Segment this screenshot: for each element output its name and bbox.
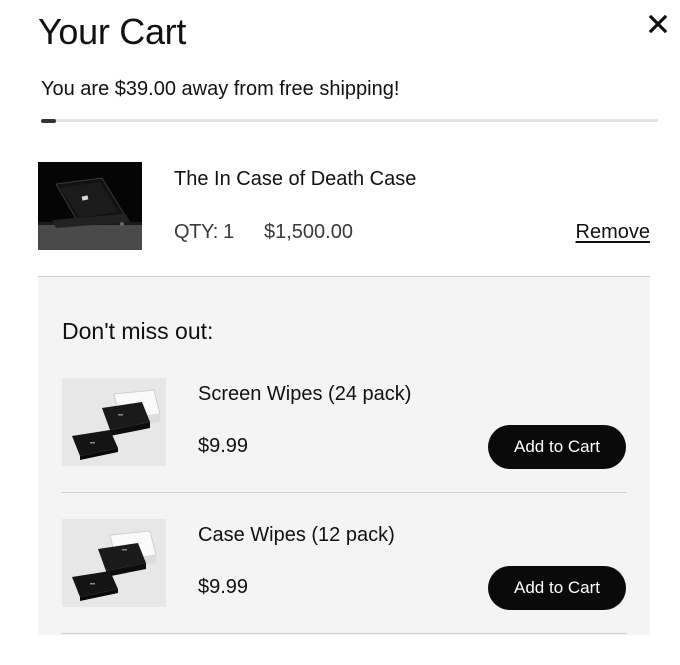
upsell-item-price: $9.99 <box>198 576 249 598</box>
upsell-section: Don't miss out: Screen Wipes (24 pack) $… <box>38 277 650 635</box>
upsell-item-name: Case Wipes (12 pack) <box>198 524 395 546</box>
upsell-item: Screen Wipes (24 pack) $9.99 Add to Cart <box>62 378 626 469</box>
cart-title: Your Cart <box>38 11 187 52</box>
cart-item-name: The In Case of Death Case <box>174 168 417 190</box>
product-image[interactable] <box>62 378 166 466</box>
divider <box>62 633 626 634</box>
free-shipping-message: You are $39.00 away from free shipping! <box>41 78 400 100</box>
cart-item-price: $1,500.00 <box>264 221 353 243</box>
free-shipping-progress <box>41 118 658 123</box>
add-to-cart-button[interactable]: Add to Cart <box>488 425 626 469</box>
upsell-heading: Don't miss out: <box>62 318 214 344</box>
close-icon[interactable] <box>644 10 672 38</box>
divider <box>62 492 626 493</box>
remove-button[interactable]: Remove <box>576 219 650 245</box>
add-to-cart-button[interactable]: Add to Cart <box>488 566 626 610</box>
upsell-item-price: $9.99 <box>198 435 249 457</box>
upsell-item-name: Screen Wipes (24 pack) <box>198 383 412 405</box>
cart-item-quantity: QTY: 1 <box>174 221 234 243</box>
cart-item: The In Case of Death Case QTY: 1 $1,500.… <box>38 162 650 252</box>
product-image[interactable] <box>62 519 166 607</box>
free-shipping-progress-fill <box>41 118 57 123</box>
product-image[interactable] <box>38 162 142 250</box>
upsell-item: Case Wipes (12 pack) $9.99 Add to Cart <box>62 519 626 610</box>
